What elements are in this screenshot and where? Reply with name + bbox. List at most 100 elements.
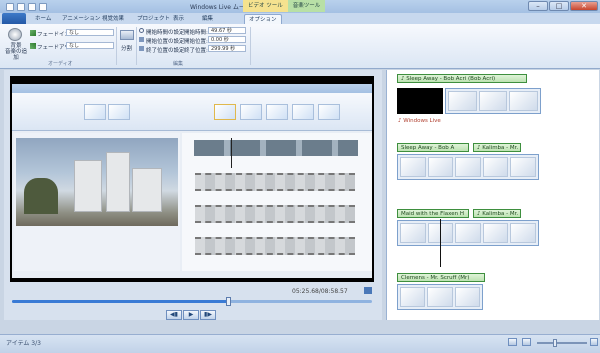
zoom-out-icon[interactable] xyxy=(522,338,531,346)
clip-frame xyxy=(454,287,480,307)
end-point-input[interactable]: 299.99 秒 xyxy=(208,45,246,52)
clip-frame xyxy=(400,157,426,177)
end-point-label: 終了位置: xyxy=(184,48,208,54)
app-menu-icon[interactable] xyxy=(6,2,14,11)
fade-out-select[interactable]: なし xyxy=(66,42,114,49)
window-buttons: – □ ✕ xyxy=(528,1,598,11)
add-music-button[interactable]: 背景 音楽の追加 xyxy=(4,43,28,61)
zoom-slider[interactable] xyxy=(537,342,587,344)
minimize-button[interactable]: – xyxy=(528,1,548,11)
title-caption[interactable]: ♪ Windows Live xyxy=(398,117,441,125)
clip-frame xyxy=(509,91,539,111)
video-content-ribbon-item xyxy=(240,104,262,120)
building-shape xyxy=(74,160,102,212)
music-caption[interactable]: ♪ Sleep Away - Bob Acri (Bob Acri) xyxy=(397,74,527,83)
tab-edit[interactable]: 編集 xyxy=(198,14,217,24)
palm-tree-shape xyxy=(24,178,58,214)
video-content-ribbon-item xyxy=(292,104,314,120)
split-button[interactable]: 分割 xyxy=(121,44,132,52)
video-clip[interactable] xyxy=(397,154,539,180)
tab-visual-effects[interactable]: 視覚効果 xyxy=(98,14,128,24)
filmstrip-clip xyxy=(195,173,355,191)
ribbon-separator xyxy=(136,27,137,65)
black-title-clip[interactable] xyxy=(397,88,443,114)
start-point-icon xyxy=(139,37,144,42)
music-caption[interactable]: ♪ Kalimba - Mr. xyxy=(473,209,521,218)
storyboard-playhead[interactable] xyxy=(440,219,441,267)
clock-icon xyxy=(139,28,144,33)
fade-in-select[interactable]: なし xyxy=(66,29,114,36)
tab-home[interactable]: ホーム xyxy=(31,14,55,24)
inner-playhead xyxy=(231,138,232,168)
split-icon xyxy=(120,30,134,40)
clip-frame xyxy=(427,157,454,177)
status-text: アイテム 3/3 xyxy=(6,340,41,347)
video-content-ribbon-item xyxy=(84,104,106,120)
video-content-ribbon-item xyxy=(214,104,236,120)
ctx-group-video-tools: ビデオ ツール xyxy=(243,0,288,12)
undo-icon[interactable] xyxy=(28,2,36,11)
set-start-time-button[interactable]: 開始時間の設定 xyxy=(146,28,185,36)
building-shape xyxy=(106,152,130,212)
music-disc-icon xyxy=(8,28,22,41)
context-tab-groups: ビデオ ツール 音楽ツール xyxy=(243,0,326,13)
video-content-ribbon-item xyxy=(108,104,130,120)
video-clip[interactable] xyxy=(445,88,541,114)
next-frame-button[interactable]: ▮▶ xyxy=(200,310,216,320)
beach-hotel-image xyxy=(16,138,178,226)
group-label-edit: 編集 xyxy=(173,61,184,67)
video-clip[interactable] xyxy=(397,284,483,310)
clip-frame xyxy=(448,91,477,111)
storyboard-view-icon[interactable] xyxy=(508,338,517,346)
video-content-ribbon-item xyxy=(318,104,340,120)
video-content-ribbon-item xyxy=(266,104,288,120)
start-point-input[interactable]: 0.00 秒 xyxy=(208,36,246,43)
fade-out-icon xyxy=(30,43,36,49)
previous-frame-button[interactable]: ◀▮ xyxy=(166,310,182,320)
clip-frame xyxy=(478,91,508,111)
quick-access-toolbar xyxy=(6,2,47,11)
fullscreen-icon[interactable] xyxy=(364,287,372,294)
group-label-audio: オーディオ xyxy=(48,61,73,67)
zoom-in-icon[interactable] xyxy=(590,338,598,346)
clip-frame xyxy=(400,287,426,307)
tab-project[interactable]: プロジェクト xyxy=(133,14,174,24)
clip-frame xyxy=(482,157,509,177)
end-point-icon xyxy=(139,46,144,51)
music-caption[interactable]: Clemens - Mr. Scruff (Mr) xyxy=(397,273,485,282)
seek-bar-progress xyxy=(12,300,228,303)
fade-in-icon xyxy=(30,30,36,36)
start-point-label: 開始位置: xyxy=(184,39,208,45)
building-shape xyxy=(132,168,162,212)
set-end-point-button[interactable]: 終了位置の設定 xyxy=(146,46,185,54)
clip-frame xyxy=(482,223,509,243)
clip-frame xyxy=(400,223,426,243)
filmstrip-clip xyxy=(195,205,355,223)
seek-thumb[interactable] xyxy=(226,297,231,306)
timecode: 05:25.68/08:58.57 xyxy=(292,288,348,295)
close-button[interactable]: ✕ xyxy=(570,1,598,11)
filmstrip-clip xyxy=(195,237,355,255)
set-start-point-button[interactable]: 開始位置の設定 xyxy=(146,37,185,45)
video-clip[interactable] xyxy=(397,220,539,246)
start-time-label: 開始時間: xyxy=(184,30,208,36)
play-button[interactable]: ▶ xyxy=(183,310,199,320)
tab-view[interactable]: 表示 xyxy=(169,14,188,24)
video-content-titlebar xyxy=(12,84,372,93)
music-caption[interactable]: ♪ Kalimba - Mr. S xyxy=(473,143,521,152)
clip-frame xyxy=(455,157,481,177)
music-caption[interactable]: Maid with the Flaxen H xyxy=(397,209,469,218)
ribbon-separator xyxy=(116,27,117,65)
filmstrip-clip xyxy=(194,140,358,156)
clip-frame xyxy=(427,287,453,307)
maximize-button[interactable]: □ xyxy=(549,1,569,11)
clip-frame xyxy=(510,157,536,177)
clip-frame xyxy=(510,223,536,243)
start-time-input[interactable]: 49.67 秒 xyxy=(208,27,246,34)
redo-icon[interactable] xyxy=(39,2,47,11)
music-caption[interactable]: Sleep Away - Bob A xyxy=(397,143,469,152)
file-menu-button[interactable] xyxy=(2,13,26,24)
zoom-slider-thumb[interactable] xyxy=(553,339,557,347)
ctx-group-music-tools: 音楽ツール xyxy=(287,0,326,12)
save-icon[interactable] xyxy=(17,2,25,11)
